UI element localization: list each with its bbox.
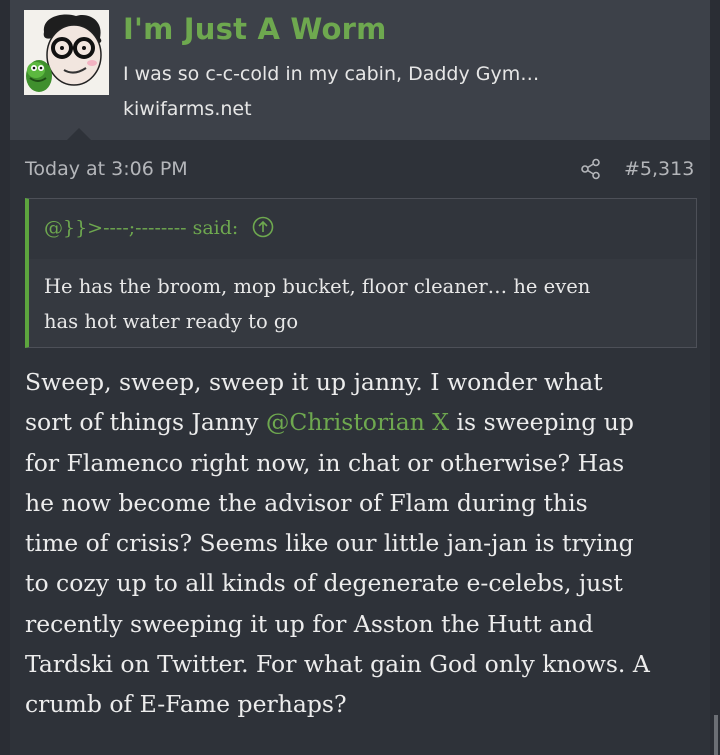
username[interactable]: I'm Just A Worm	[123, 12, 387, 46]
message-date[interactable]: Today at 3:06 PM	[25, 158, 188, 180]
avatar[interactable]	[24, 10, 109, 95]
share-icon[interactable]	[580, 158, 602, 180]
quote-header: @}}>----;-------- said:	[29, 199, 696, 259]
scrollbar-thumb[interactable]	[714, 715, 718, 755]
post-line: to cozy up to all kinds of degenerate e-…	[25, 569, 623, 598]
message-block: Today at 3:06 PM #5,313 @}}>----;-------…	[10, 140, 710, 755]
quote-line: He has the broom, mop bucket, floor clea…	[44, 275, 591, 298]
post-number[interactable]: #5,313	[624, 158, 694, 180]
cartoon-avatar-icon	[24, 10, 109, 95]
post-line: Sweep, sweep, sweep it up janny. I wonde…	[25, 368, 603, 396]
user-mention-link[interactable]: @Christorian X	[266, 408, 449, 436]
post-line: he now become the advisor of Flam during…	[25, 488, 588, 517]
post-text-segment: sort of things Janny	[25, 408, 266, 437]
quote-content: He has the broom, mop bucket, floor clea…	[44, 269, 684, 339]
header-pointer	[67, 128, 91, 140]
user-header: I'm Just A Worm I was so c-c-cold in my …	[10, 0, 710, 140]
post-line: recently sweeping it up for Asston the H…	[25, 609, 594, 638]
arrow-up-circle-icon[interactable]	[252, 216, 274, 238]
post-line: Tardski on Twitter. For what gain God on…	[25, 650, 650, 679]
quote-said-label: said:	[192, 217, 239, 239]
user-title: I was so c-c-cold in my cabin, Daddy Gym…	[123, 63, 540, 85]
user-site: kiwifarms.net	[123, 98, 252, 120]
post-text-segment: is sweeping up	[449, 408, 634, 437]
quote-line: has hot water ready to go	[44, 310, 299, 333]
quote-attribution[interactable]: @}}>----;-------- said:	[44, 216, 274, 239]
post-line: for Flamenco right now, in chat or other…	[25, 448, 625, 477]
post-line: crumb of E-Fame perhaps?	[25, 690, 347, 719]
post-body: Sweep, sweep, sweep it up janny. I wonde…	[25, 362, 705, 725]
quote-block: @}}>----;-------- said: He has the broom…	[25, 198, 697, 348]
forum-page: I'm Just A Worm I was so c-c-cold in my …	[0, 0, 720, 755]
post-line: time of crisis? Seems like our little ja…	[25, 529, 634, 558]
quote-author[interactable]: @}}>----;--------	[44, 217, 187, 239]
post-line: sort of things Janny @Christorian X is s…	[25, 402, 705, 442]
